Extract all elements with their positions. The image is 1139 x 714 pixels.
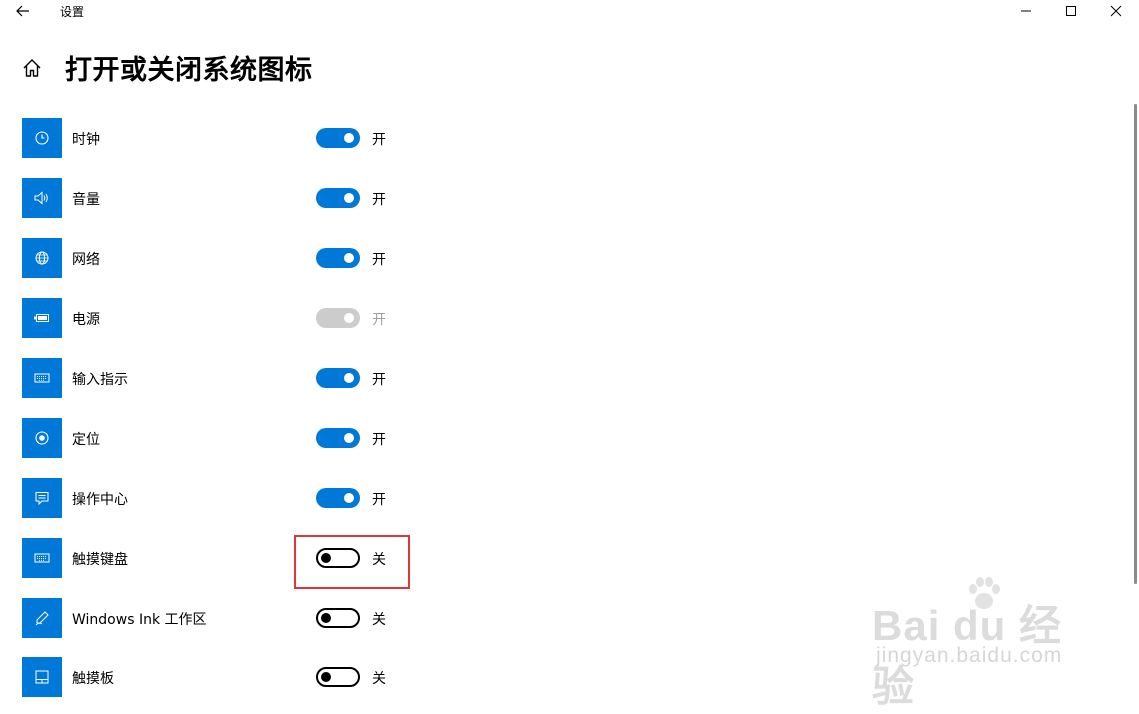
volume-icon — [34, 191, 48, 205]
row-label: 音量 — [72, 192, 100, 208]
toggle-state-text: 开 — [372, 192, 386, 208]
setting-row-windows-ink: Windows Ink 工作区 关 — [22, 598, 422, 638]
toggle-knob — [344, 433, 354, 443]
battery-icon — [34, 314, 49, 322]
action-center-tile — [22, 478, 62, 518]
setting-row-touchpad: 触摸板 关 — [22, 657, 422, 697]
network-globe-icon — [35, 251, 49, 265]
baidu-watermark: Bai du 经验 jingyan.baidu.com — [872, 570, 1082, 710]
toggle-knob — [344, 193, 354, 203]
location-tile — [22, 418, 62, 458]
toggle-state-text: 关 — [372, 612, 386, 628]
setting-row-action-center: 操作中心 开 — [22, 478, 422, 518]
action-center-icon — [35, 492, 49, 506]
location-toggle[interactable] — [316, 428, 360, 448]
toggle-knob — [321, 672, 331, 682]
row-label: 电源 — [72, 312, 100, 328]
volume-toggle[interactable] — [316, 188, 360, 208]
pen-icon — [35, 611, 49, 626]
toggle-state-text: 开 — [372, 432, 386, 448]
home-button[interactable] — [21, 57, 43, 79]
back-arrow-icon — [16, 5, 29, 17]
toggle-state-text: 开 — [372, 372, 386, 388]
clock-icon — [35, 131, 49, 145]
touch-keyboard-icon — [34, 553, 50, 563]
touch-keyboard-tile — [22, 538, 62, 578]
action-center-toggle[interactable] — [316, 488, 360, 508]
volume-tile — [22, 178, 62, 218]
maximize-button[interactable] — [1048, 0, 1094, 22]
touchpad-icon — [35, 670, 49, 684]
highlight-box — [294, 535, 410, 589]
title-bar: 设置 — [0, 0, 1139, 24]
toggle-knob — [321, 613, 331, 623]
location-icon — [35, 431, 49, 445]
clock-toggle[interactable] — [316, 128, 360, 148]
touchpad-toggle[interactable] — [316, 667, 360, 687]
row-label: 触摸键盘 — [72, 552, 128, 568]
close-button[interactable] — [1093, 0, 1139, 22]
input-indicator-toggle[interactable] — [316, 368, 360, 388]
toggle-knob — [344, 253, 354, 263]
toggle-knob — [344, 313, 354, 323]
row-label: Windows Ink 工作区 — [72, 612, 207, 628]
maximize-icon — [1066, 6, 1076, 16]
row-label: 时钟 — [72, 132, 100, 148]
setting-row-clock: 时钟 开 — [22, 118, 422, 158]
setting-row-input-indicator: 输入指示 开 — [22, 358, 422, 398]
scrollbar-thumb[interactable] — [1134, 104, 1137, 584]
minimize-icon — [1021, 10, 1031, 12]
row-label: 网络 — [72, 252, 100, 268]
setting-row-power: 电源 开 — [22, 298, 422, 338]
toggle-state-text: 开 — [372, 312, 386, 328]
toggle-knob — [344, 133, 354, 143]
toggle-state-text: 关 — [372, 671, 386, 687]
minimize-button[interactable] — [1003, 0, 1049, 22]
setting-row-volume: 音量 开 — [22, 178, 422, 218]
touchpad-tile — [22, 657, 62, 697]
power-toggle — [316, 308, 360, 328]
toggle-knob — [344, 373, 354, 383]
setting-row-location: 定位 开 — [22, 418, 422, 458]
windows-ink-toggle[interactable] — [316, 608, 360, 628]
toggle-state-text: 开 — [372, 252, 386, 268]
watermark-url-text: jingyan.baidu.com — [876, 644, 1063, 667]
home-icon — [23, 59, 41, 77]
window-title: 设置 — [60, 5, 85, 19]
toggle-knob — [344, 493, 354, 503]
row-label: 输入指示 — [72, 372, 128, 388]
row-label: 定位 — [72, 432, 100, 448]
page-title: 打开或关闭系统图标 — [65, 55, 313, 86]
toggle-state-text: 开 — [372, 132, 386, 148]
setting-row-network: 网络 开 — [22, 238, 422, 278]
keyboard-icon — [34, 373, 50, 383]
back-button[interactable] — [12, 1, 34, 21]
network-tile — [22, 238, 62, 278]
row-label: 触摸板 — [72, 671, 114, 687]
close-icon — [1110, 5, 1122, 17]
power-tile — [22, 298, 62, 338]
clock-tile — [22, 118, 62, 158]
row-label: 操作中心 — [72, 492, 128, 508]
toggle-state-text: 开 — [372, 492, 386, 508]
windows-ink-tile — [22, 598, 62, 638]
network-toggle[interactable] — [316, 248, 360, 268]
input-indicator-tile — [22, 358, 62, 398]
